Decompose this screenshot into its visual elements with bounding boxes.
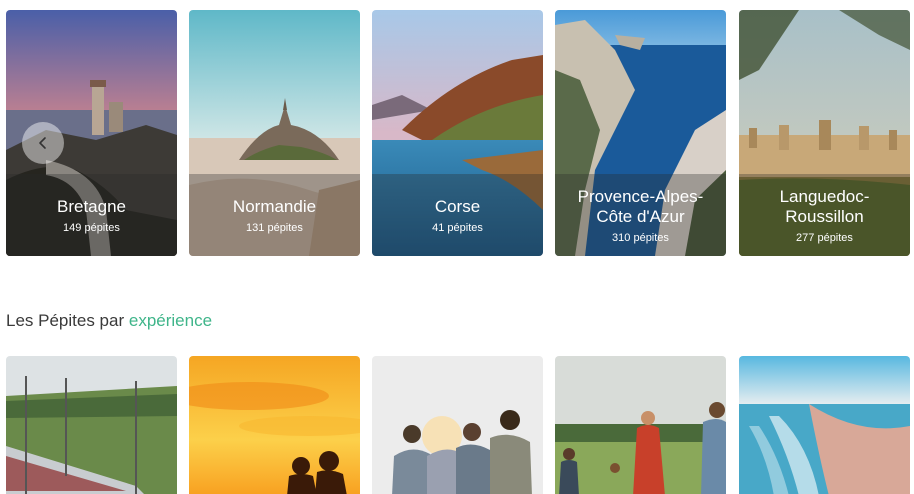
region-count: 149 pépites [63,221,120,234]
region-name: Languedoc-Roussillon [779,186,870,226]
section-title-accent: expérience [128,311,213,330]
section-title-prefix: Les Pépites par [6,311,129,330]
region-name: Provence-Alpes-Côte d'Azur [577,186,704,226]
region-card-languedoc[interactable]: Languedoc-Roussillon 277 pépites [739,10,910,256]
region-count: 131 pépites [246,221,303,234]
region-info: Normandie 131 pépites [189,174,360,256]
experience-card-beach[interactable] [739,356,910,494]
region-card-corse[interactable]: Corse 41 pépites [372,10,543,256]
section-title-experience: Les Pépites par expérience [6,311,212,331]
chevron-left-icon [39,137,46,149]
family-field-photo [555,356,726,494]
region-info: Corse 41 pépites [372,174,543,256]
region-info: Provence-Alpes-Côte d'Azur 310 pépites [555,174,726,256]
friends-group-photo [372,356,543,494]
region-info: Bretagne 149 pépites [6,174,177,256]
experience-card-friends[interactable] [372,356,543,494]
region-count: 277 pépites [796,231,853,244]
experience-carousel [6,356,910,494]
region-name: Normandie [232,196,317,216]
beach-aerial-photo [739,356,910,494]
experience-card-train[interactable] [6,356,177,494]
region-count: 310 pépites [612,231,669,244]
experience-card-sunset[interactable] [189,356,360,494]
region-card-normandie[interactable]: Normandie 131 pépites [189,10,360,256]
region-carousel: Bretagne 149 pépites Normandie 131 pépit… [6,10,910,256]
train-photo [6,356,177,494]
region-info: Languedoc-Roussillon 277 pépites [739,174,910,256]
region-name: Bretagne [57,196,126,216]
experience-card-family[interactable] [555,356,726,494]
region-name: Corse [434,196,481,216]
region-count: 41 pépites [432,221,483,234]
sunset-couple-photo [189,356,360,494]
carousel-prev-button[interactable] [22,122,64,164]
region-card-provence[interactable]: Provence-Alpes-Côte d'Azur 310 pépites [555,10,726,256]
